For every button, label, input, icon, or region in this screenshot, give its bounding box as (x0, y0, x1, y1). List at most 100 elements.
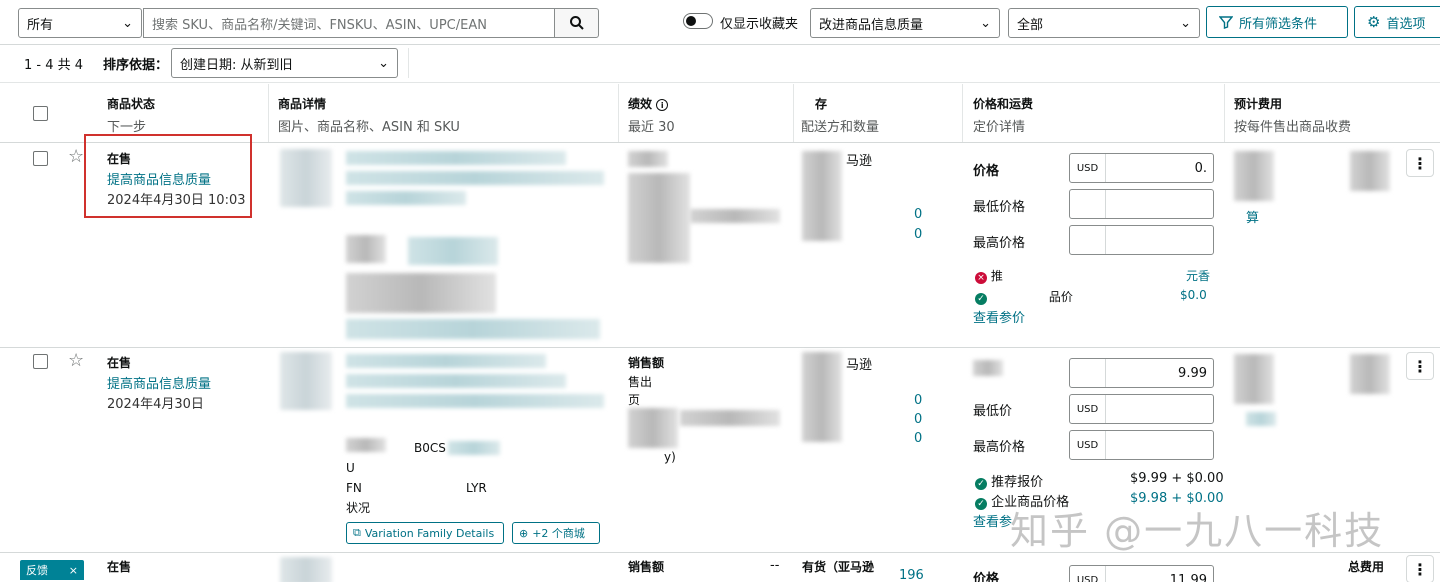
fee-estimate-link[interactable]: 算 (1246, 207, 1259, 226)
variation-button-blur[interactable] (346, 319, 600, 339)
inventory-count[interactable]: 0 (914, 227, 922, 242)
product-image[interactable] (280, 149, 332, 207)
status-text: 在售 (107, 560, 132, 574)
sort-label: 排序依据： (103, 58, 169, 73)
watermark: 知乎 @一九八一科技 (1010, 509, 1385, 553)
all-filters-button[interactable]: 所有筛选条件 (1206, 6, 1348, 38)
column-header-price[interactable]: 价格和运费 定价详情 (973, 95, 1033, 135)
row-checkbox[interactable] (33, 151, 48, 166)
search-button[interactable] (554, 8, 599, 38)
recommended-price-row: ✓ 推荐报价 (975, 471, 1043, 490)
category-select[interactable]: 所有 ⌄ (18, 8, 142, 38)
status-filter-select[interactable]: 全部 ⌄ (1008, 8, 1200, 38)
price-label: 价格 (973, 164, 1000, 179)
chevron-down-icon: ⌄ (122, 15, 133, 31)
sales-label: 销售额 (628, 560, 665, 574)
improve-quality-link[interactable]: 提高商品信息质量 (107, 373, 211, 392)
performance-blur (628, 173, 690, 263)
row-checkbox[interactable] (33, 354, 48, 369)
variation-family-button[interactable]: ⧉ Variation Family Details (346, 522, 504, 544)
condition-label: 状况 (346, 501, 371, 515)
recommended-price-row: × 推 (975, 267, 1003, 284)
min-price-label: 最低价 (973, 404, 1013, 419)
sales-value: -- (770, 558, 780, 573)
more-actions-button[interactable]: ⋮ (1406, 352, 1434, 380)
fee-label: 总费用 (1348, 560, 1385, 574)
recommended-price-value: $9.99 + $0.00 (1130, 471, 1224, 486)
close-icon[interactable]: × (69, 564, 78, 577)
feedback-tab[interactable]: 反馈 × (20, 560, 84, 580)
product-title-line (346, 171, 604, 185)
quality-filter-select[interactable]: 改进商品信息质量 ⌄ (810, 8, 1000, 38)
fnsku-label: FN (346, 481, 362, 495)
globe-icon: ⊕ (519, 526, 529, 540)
sku-value: U (346, 461, 355, 475)
favorites-toggle[interactable] (683, 13, 713, 29)
min-price-input[interactable] (1069, 189, 1214, 219)
units-sold-label: 售出 (628, 375, 653, 389)
inventory-text: 有货（亚马逊 (802, 560, 875, 574)
inventory-text: 马逊 (846, 358, 873, 373)
error-icon: × (975, 272, 987, 284)
fees-blur (1350, 151, 1390, 191)
fees-link-blur[interactable] (1246, 412, 1276, 426)
business-price-value[interactable]: $0.0 (1180, 288, 1207, 302)
price-input[interactable]: 9.99 (1069, 358, 1214, 388)
inventory-count[interactable]: 0 (914, 412, 922, 427)
column-header-status[interactable]: 商品状态 下一步 (107, 95, 155, 135)
star-icon[interactable]: ☆ (68, 352, 84, 370)
view-reference-prices-link[interactable]: 查看参 (973, 511, 1012, 530)
column-header-performance[interactable]: 绩效 i 最近 30 (628, 95, 675, 135)
select-all-checkbox[interactable] (33, 106, 48, 121)
product-image[interactable] (280, 352, 332, 410)
more-actions-button[interactable]: ⋮ (1406, 149, 1434, 177)
sort-select[interactable]: 创建日期: 从新到旧 ⌄ (171, 48, 398, 78)
view-reference-prices-link[interactable]: 查看参价 (973, 307, 1025, 326)
price-input[interactable]: USD 11.99 (1069, 565, 1214, 582)
product-title-link[interactable] (346, 354, 546, 368)
inventory-blur (802, 352, 842, 442)
preferences-button[interactable]: ⚙ 首选项 (1354, 6, 1440, 38)
business-price-row: ✓ 品价 (975, 288, 1073, 305)
info-icon[interactable]: i (656, 99, 669, 111)
price-label: 价格 (973, 572, 1000, 582)
chevron-down-icon: ⌄ (1180, 15, 1191, 31)
star-icon[interactable]: ☆ (68, 148, 84, 166)
more-actions-button[interactable]: ⋮ (1406, 555, 1434, 582)
inventory-count[interactable]: 0 (914, 393, 922, 408)
fees-blur (1234, 354, 1274, 404)
inventory-count[interactable]: 0 (914, 207, 922, 222)
fnsku-value: LYR (466, 481, 487, 495)
product-title-link[interactable] (346, 151, 566, 165)
column-header-details[interactable]: 商品详情 图片、商品名称、ASIN 和 SKU (278, 95, 460, 135)
product-image[interactable] (280, 557, 332, 582)
page-views-label: 页 (628, 393, 641, 407)
price-input[interactable]: USD 0. (1069, 153, 1214, 183)
highlight-annotation (84, 134, 252, 218)
marketplaces-button[interactable]: ⊕ +2 个商城 (512, 522, 600, 544)
sales-label: 销售额 (628, 356, 665, 370)
max-price-input[interactable]: USD (1069, 430, 1214, 460)
gear-icon: ⚙ (1367, 13, 1381, 31)
inventory-count[interactable]: 0 (914, 431, 922, 446)
fees-blur (1350, 354, 1390, 394)
max-price-label: 最高价格 (973, 440, 1026, 455)
inventory-count[interactable]: 196 (899, 568, 924, 582)
min-price-input[interactable]: USD (1069, 394, 1214, 424)
favorites-toggle-label: 仅显示收藏夹 (720, 17, 799, 32)
max-price-label: 最高价格 (973, 236, 1026, 251)
check-icon: ✓ (975, 293, 987, 305)
check-icon: ✓ (975, 498, 987, 510)
chevron-down-icon: ⌄ (980, 15, 991, 31)
copy-icon: ⧉ (353, 526, 361, 539)
search-input[interactable]: 搜索 SKU、商品名称/关键词、FNSKU、ASIN、UPC/EAN (143, 8, 555, 38)
column-header-inventory[interactable]: 存 配送方和数量 (801, 95, 879, 135)
recommended-price-value[interactable]: 元香 (1186, 267, 1210, 284)
asin-blur (346, 235, 386, 263)
column-header-fees[interactable]: 预计费用 按每件售出商品收费 (1234, 95, 1351, 135)
max-price-input[interactable] (1069, 225, 1214, 255)
inventory-blur (802, 151, 842, 241)
asin-value (408, 237, 498, 265)
performance-blur (690, 209, 780, 223)
search-icon (569, 16, 584, 30)
